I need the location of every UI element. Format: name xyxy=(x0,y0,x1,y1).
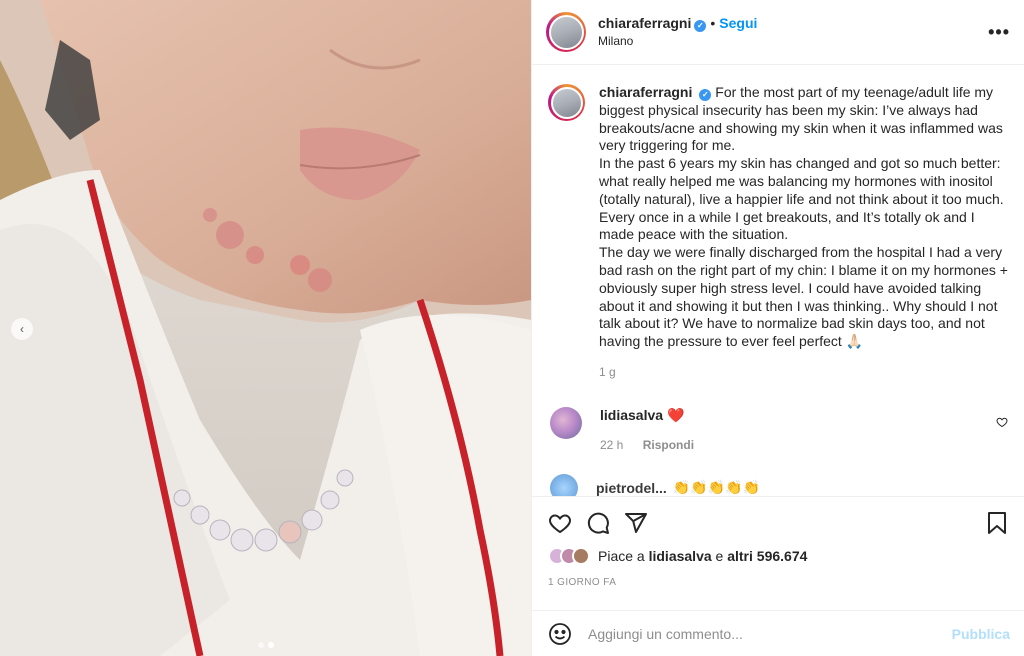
add-comment-bar: Pubblica xyxy=(532,610,1024,656)
follow-button[interactable]: Segui xyxy=(719,15,757,31)
comment-username[interactable]: pietrodel... xyxy=(596,480,667,496)
carousel-dots xyxy=(258,642,274,648)
publish-button[interactable]: Pubblica xyxy=(952,626,1010,642)
likes-others-link[interactable]: altri 596.674 xyxy=(727,548,807,564)
liker-avatar xyxy=(572,547,590,565)
comment-input[interactable] xyxy=(588,625,952,642)
more-options-icon[interactable]: ••• xyxy=(988,22,1010,43)
caption: chiaraferragni ✓ For the most part of my … xyxy=(548,84,1010,351)
caption-text: chiaraferragni ✓ For the most part of my … xyxy=(599,84,1010,351)
bookmark-icon[interactable] xyxy=(986,511,1008,535)
comment-item: pietrodel... 👏👏👏👏👏 xyxy=(548,473,1010,496)
post-location[interactable]: Milano xyxy=(598,32,757,50)
comment-item: lidiasalva ❤️ 22 h Rispondi xyxy=(548,406,1010,452)
author-username[interactable]: chiaraferragni xyxy=(598,15,691,31)
caption-paragraph: The day we were finally discharged from … xyxy=(599,244,1008,350)
carousel-prev-button[interactable]: ‹ xyxy=(11,318,33,340)
photo-illustration xyxy=(0,0,531,656)
comment-like-icon[interactable] xyxy=(996,415,1008,431)
post-header: chiaraferragni ✓ • Segui Milano ••• xyxy=(532,0,1024,65)
reply-button[interactable]: Rispondi xyxy=(643,438,694,452)
post-actions: Piace a lidiasalva e altri 596.674 1 GIO… xyxy=(532,496,1024,588)
chevron-left-icon: ‹ xyxy=(20,322,24,336)
comment-bubble-icon[interactable] xyxy=(586,511,610,535)
author-info: chiaraferragni ✓ • Segui Milano xyxy=(598,14,757,50)
comment-text: ❤️ xyxy=(667,406,685,423)
caption-avatar[interactable] xyxy=(548,84,585,121)
comment-time: 22 h xyxy=(600,437,624,452)
likes-text: Piace a lidiasalva e altri 596.674 xyxy=(598,548,807,564)
likes-summary: Piace a lidiasalva e altri 596.674 xyxy=(548,547,1008,565)
comment-avatar[interactable] xyxy=(550,473,578,496)
comment-avatar[interactable] xyxy=(550,406,582,439)
verified-badge-icon: ✓ xyxy=(694,20,707,32)
avatar-image xyxy=(550,86,583,119)
comment-username[interactable]: lidiasalva xyxy=(600,407,663,423)
carousel-dot xyxy=(258,642,264,648)
caption-username[interactable]: chiaraferragni xyxy=(599,84,692,100)
caption-time: 1 g xyxy=(599,364,616,379)
likes-middle: e xyxy=(711,548,728,564)
post-date[interactable]: 1 GIORNO FA xyxy=(548,577,1008,588)
avatar-image xyxy=(548,14,584,50)
post-sidebar: chiaraferragni ✓ • Segui Milano ••• chiaraf… xyxy=(531,0,1024,656)
share-send-icon[interactable] xyxy=(624,511,648,535)
emoji-smiley-icon[interactable] xyxy=(548,622,572,646)
likes-user-link[interactable]: lidiasalva xyxy=(649,548,712,564)
author-avatar[interactable] xyxy=(546,12,586,52)
separator-dot: • xyxy=(710,15,716,31)
caption-paragraph: In the past 6 years my skin has changed … xyxy=(599,155,1004,243)
liker-avatars xyxy=(548,547,590,565)
carousel-dot-active xyxy=(268,642,274,648)
post-photo[interactable]: ‹ xyxy=(0,0,531,656)
like-heart-icon[interactable] xyxy=(548,511,572,535)
comment-text: 👏👏👏👏👏 xyxy=(672,479,760,496)
likes-prefix: Piace a xyxy=(598,548,649,564)
comments-section: chiaraferragni ✓ For the most part of my … xyxy=(532,66,1024,496)
verified-badge-icon: ✓ xyxy=(699,89,712,101)
